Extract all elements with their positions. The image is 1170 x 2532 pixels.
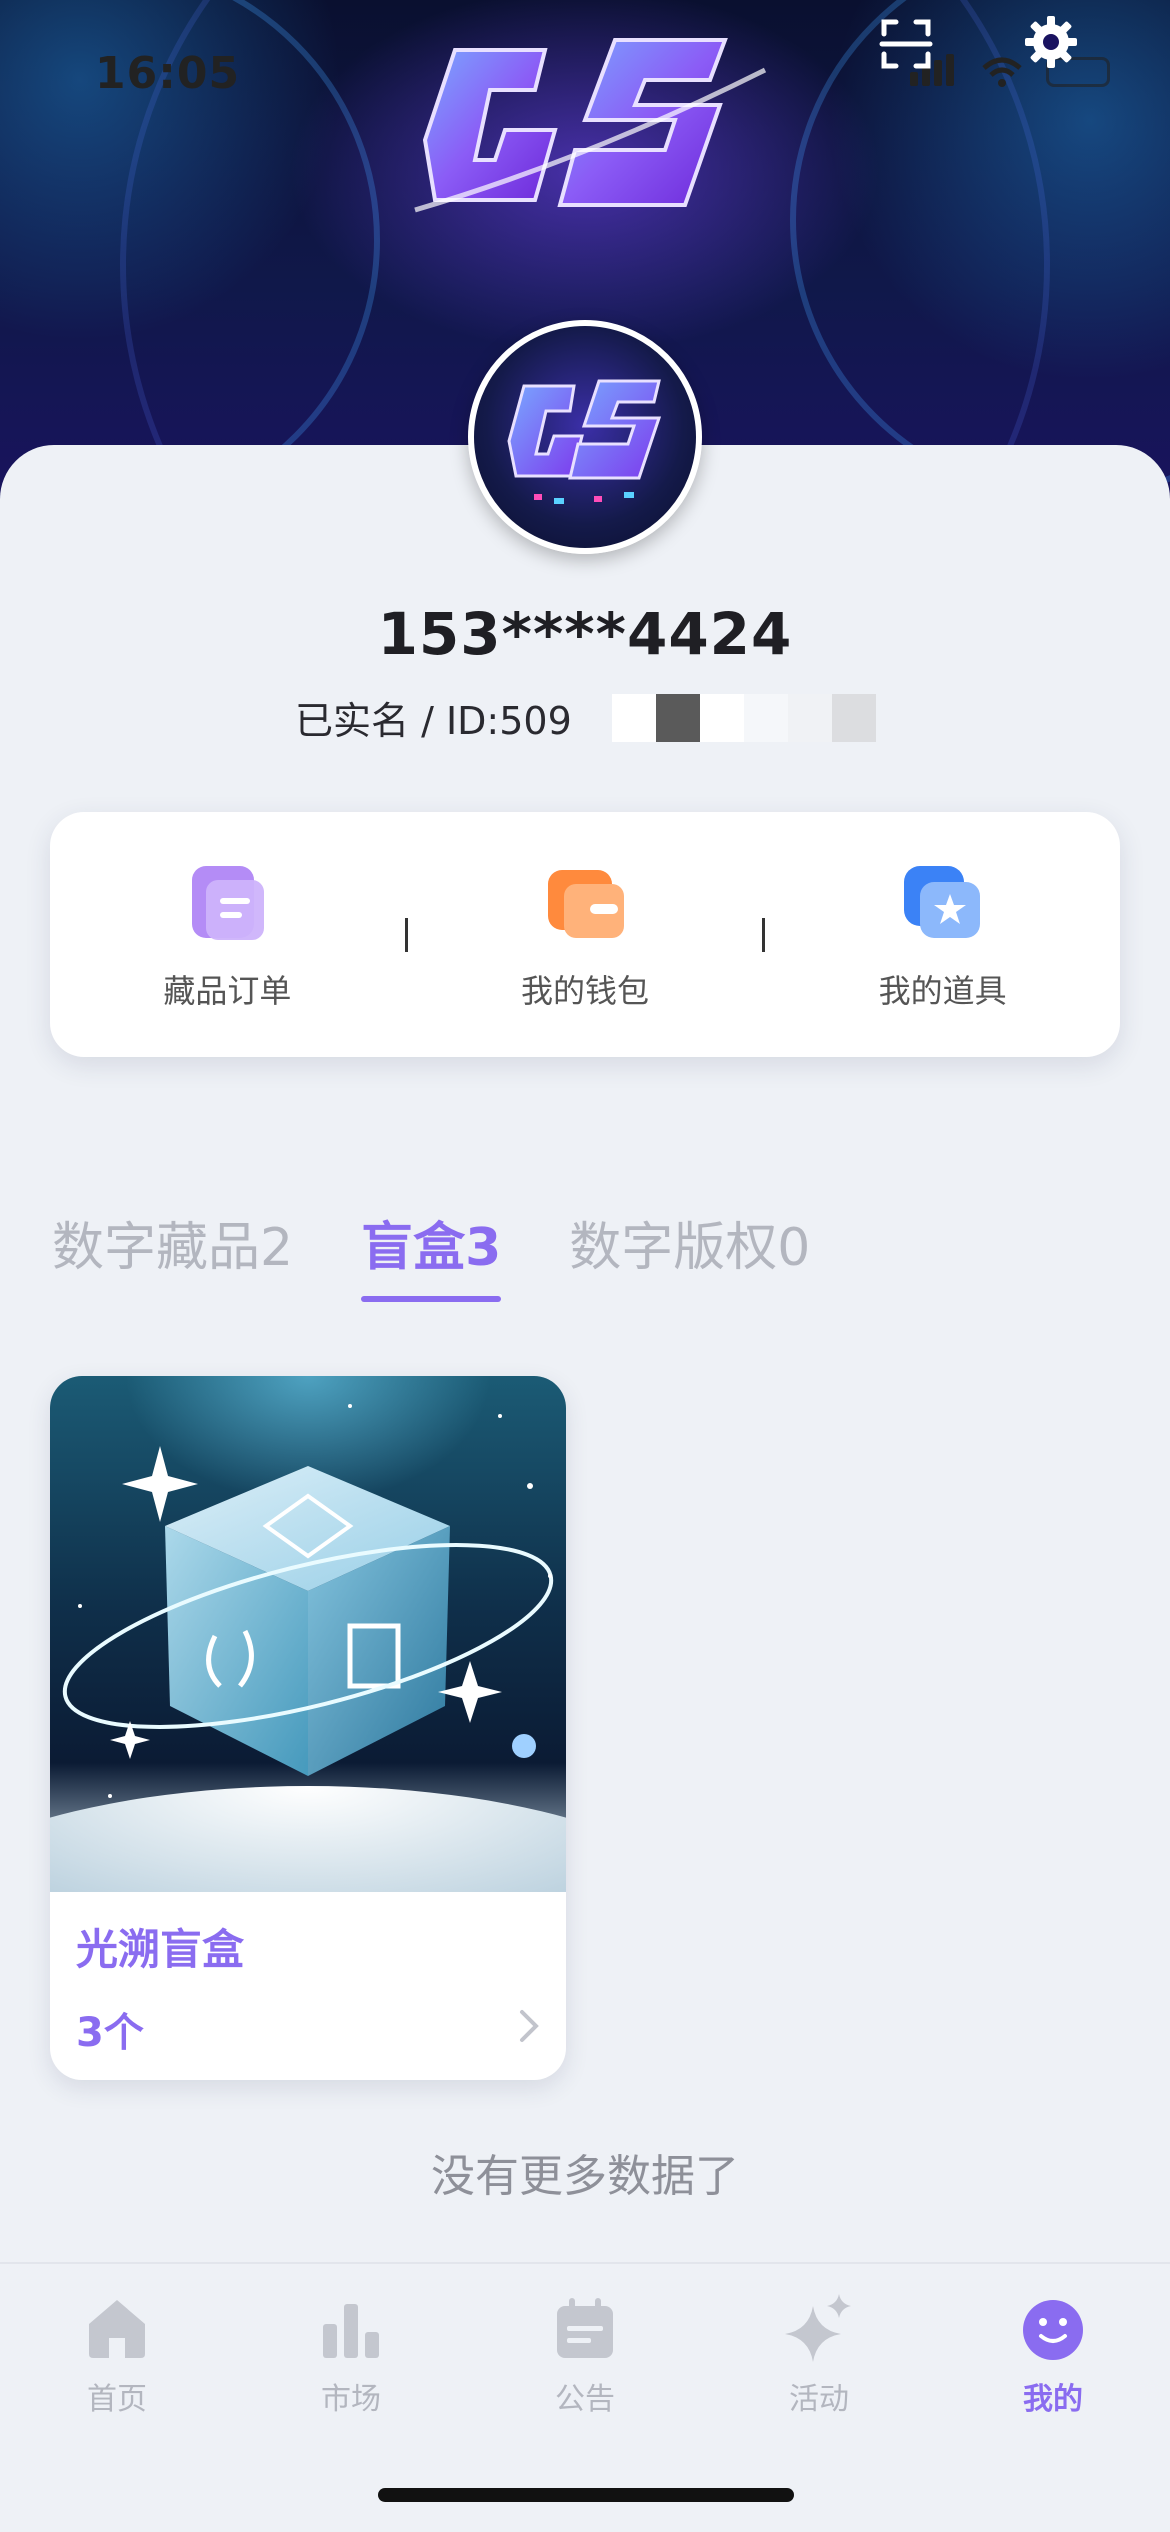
verify-row: 已实名 / ID:509 (295, 690, 876, 745)
quick-action-props[interactable]: 我的道具 (765, 858, 1120, 1012)
quick-action-label: 我的道具 (878, 971, 1007, 1010)
verify-id-text: 已实名 / ID:509 (295, 699, 572, 743)
quick-action-label: 我的钱包 (521, 971, 650, 1010)
blind-box-image (50, 1376, 566, 1892)
user-phone: 153****4424 (377, 600, 793, 668)
wallet-icon (548, 869, 624, 938)
tab-digital-collectibles[interactable]: 数字藏品2 (52, 1205, 293, 1302)
quick-action-label: 藏品订单 (163, 971, 292, 1010)
avatar[interactable] (468, 320, 702, 554)
nav-label: 我的 (1023, 2382, 1083, 2417)
sparkle-icon (785, 2294, 851, 2362)
status-time: 16:05 (95, 48, 241, 99)
order-doc-icon (192, 865, 265, 940)
gear-icon[interactable] (1021, 12, 1081, 72)
crystal-cube-icon (50, 1404, 566, 1892)
blind-box-title: 光溯盲盒 (76, 1925, 245, 1974)
home-icon (89, 2300, 145, 2358)
list-end-text: 没有更多数据了 (431, 2151, 739, 2202)
nav-label: 首页 (87, 2382, 147, 2417)
nav-label: 活动 (789, 2382, 849, 2417)
nav-label: 市场 (321, 2382, 381, 2417)
tab-blind-box[interactable]: 盲盒3 (361, 1205, 502, 1302)
scan-icon[interactable] (876, 14, 936, 74)
nav-home[interactable]: 首页 (0, 2292, 234, 2532)
tab-digital-copyright[interactable]: 数字版权0 (569, 1205, 810, 1302)
wifi-icon (982, 57, 1022, 87)
quick-action-orders[interactable]: 藏品订单 (50, 858, 405, 1012)
calendar-icon (557, 2298, 613, 2358)
smiley-icon (1023, 2300, 1083, 2360)
id-mask (611, 693, 876, 742)
nav-label: 公告 (555, 2382, 615, 2417)
quick-actions-card: 藏品订单 我的钱包 我的道具 (50, 812, 1120, 1057)
chevron-right-icon (520, 2010, 539, 2042)
gs-avatar-logo-icon (507, 379, 662, 504)
bar-chart-icon (323, 2304, 379, 2358)
props-star-icon (903, 865, 980, 938)
collection-tabs: 数字藏品2 盲盒3 数字版权0 (52, 1205, 810, 1302)
profile-page: 16:05 153****4424 已实名 / ID:509 藏品订单 我的钱包… (0, 0, 1170, 2532)
blind-box-count: 3个 (76, 2010, 144, 2056)
home-indicator[interactable] (378, 2488, 794, 2502)
status-bar: 16:05 (0, 0, 1170, 140)
blind-box-card[interactable]: 光溯盲盒 3个 (50, 1376, 566, 2080)
nav-mine[interactable]: 我的 (936, 2292, 1170, 2532)
quick-action-wallet[interactable]: 我的钱包 (408, 858, 763, 1012)
